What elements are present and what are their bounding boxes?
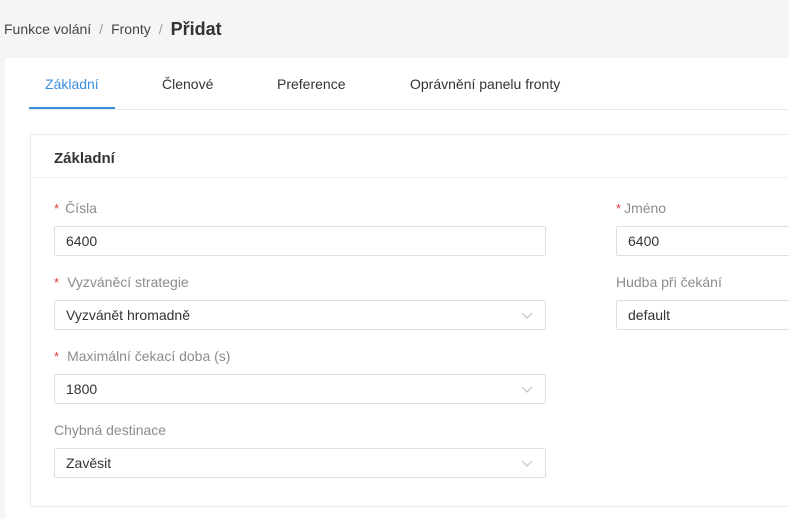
hold-music-label: Hudba při čekání — [616, 274, 722, 290]
required-mark: * — [54, 201, 60, 216]
ring-strategy-value: Vyzvánět hromadně — [66, 307, 190, 323]
tab-queue-panel-permissions[interactable]: Oprávnění panelu fronty — [410, 58, 560, 109]
name-label: Jméno — [624, 200, 667, 216]
basic-settings-card: Základní * Čísla 6400 * Jméno 6400 * Vyzván… — [30, 134, 789, 507]
hold-music-select[interactable]: default — [616, 300, 789, 330]
ring-strategy-field: * Vyzváněcí strategie Vyzvánět hromadně — [54, 272, 546, 330]
breadcrumb: Funkce volání / Fronty / Přidat — [4, 16, 222, 42]
numbers-field: * Čísla 6400 — [54, 198, 546, 256]
breadcrumb-call-features[interactable]: Funkce volání — [4, 21, 91, 37]
max-wait-field: * Maximální čekací doba (s) 1800 — [54, 346, 546, 404]
page-title: Přidat — [170, 18, 222, 39]
tab-bar: Základní Členové Preference Oprávnění pa… — [29, 58, 789, 110]
required-mark: * — [54, 349, 60, 364]
required-mark: * — [54, 275, 60, 290]
section-title: Základní — [31, 135, 789, 178]
max-wait-select[interactable]: 1800 — [54, 374, 546, 404]
ring-strategy-label: Vyzváněcí strategie — [67, 274, 189, 290]
tab-members[interactable]: Členové — [162, 58, 213, 109]
max-wait-value: 1800 — [66, 381, 98, 397]
required-mark: * — [616, 201, 622, 216]
content-panel: Základní Členové Preference Oprávnění pa… — [5, 58, 789, 519]
tab-preferences[interactable]: Preference — [277, 58, 345, 109]
fail-destination-value: Zavěsit — [66, 455, 112, 471]
ring-strategy-select[interactable]: Vyzvánět hromadně — [54, 300, 546, 330]
chevron-down-icon — [521, 312, 533, 319]
breadcrumb-queues[interactable]: Fronty — [111, 21, 151, 37]
name-input[interactable]: 6400 — [616, 226, 789, 256]
max-wait-label: Maximální čekací doba (s) — [67, 348, 231, 364]
fail-destination-field: Chybná destinace Zavěsit — [54, 420, 546, 478]
numbers-input[interactable]: 6400 — [54, 226, 546, 256]
hold-music-value: default — [628, 307, 671, 323]
hold-music-field: Hudba při čekání default — [616, 272, 789, 330]
chevron-down-icon — [521, 386, 533, 393]
breadcrumb-separator: / — [99, 21, 104, 37]
fail-destination-select[interactable]: Zavěsit — [54, 448, 546, 478]
name-field: * Jméno 6400 — [616, 198, 789, 256]
tab-basic[interactable]: Základní — [45, 58, 99, 109]
fail-destination-label: Chybná destinace — [54, 422, 167, 438]
chevron-down-icon — [521, 460, 533, 467]
numbers-label: Čísla — [65, 200, 97, 216]
active-tab-indicator — [29, 107, 115, 109]
breadcrumb-separator: / — [158, 21, 163, 37]
